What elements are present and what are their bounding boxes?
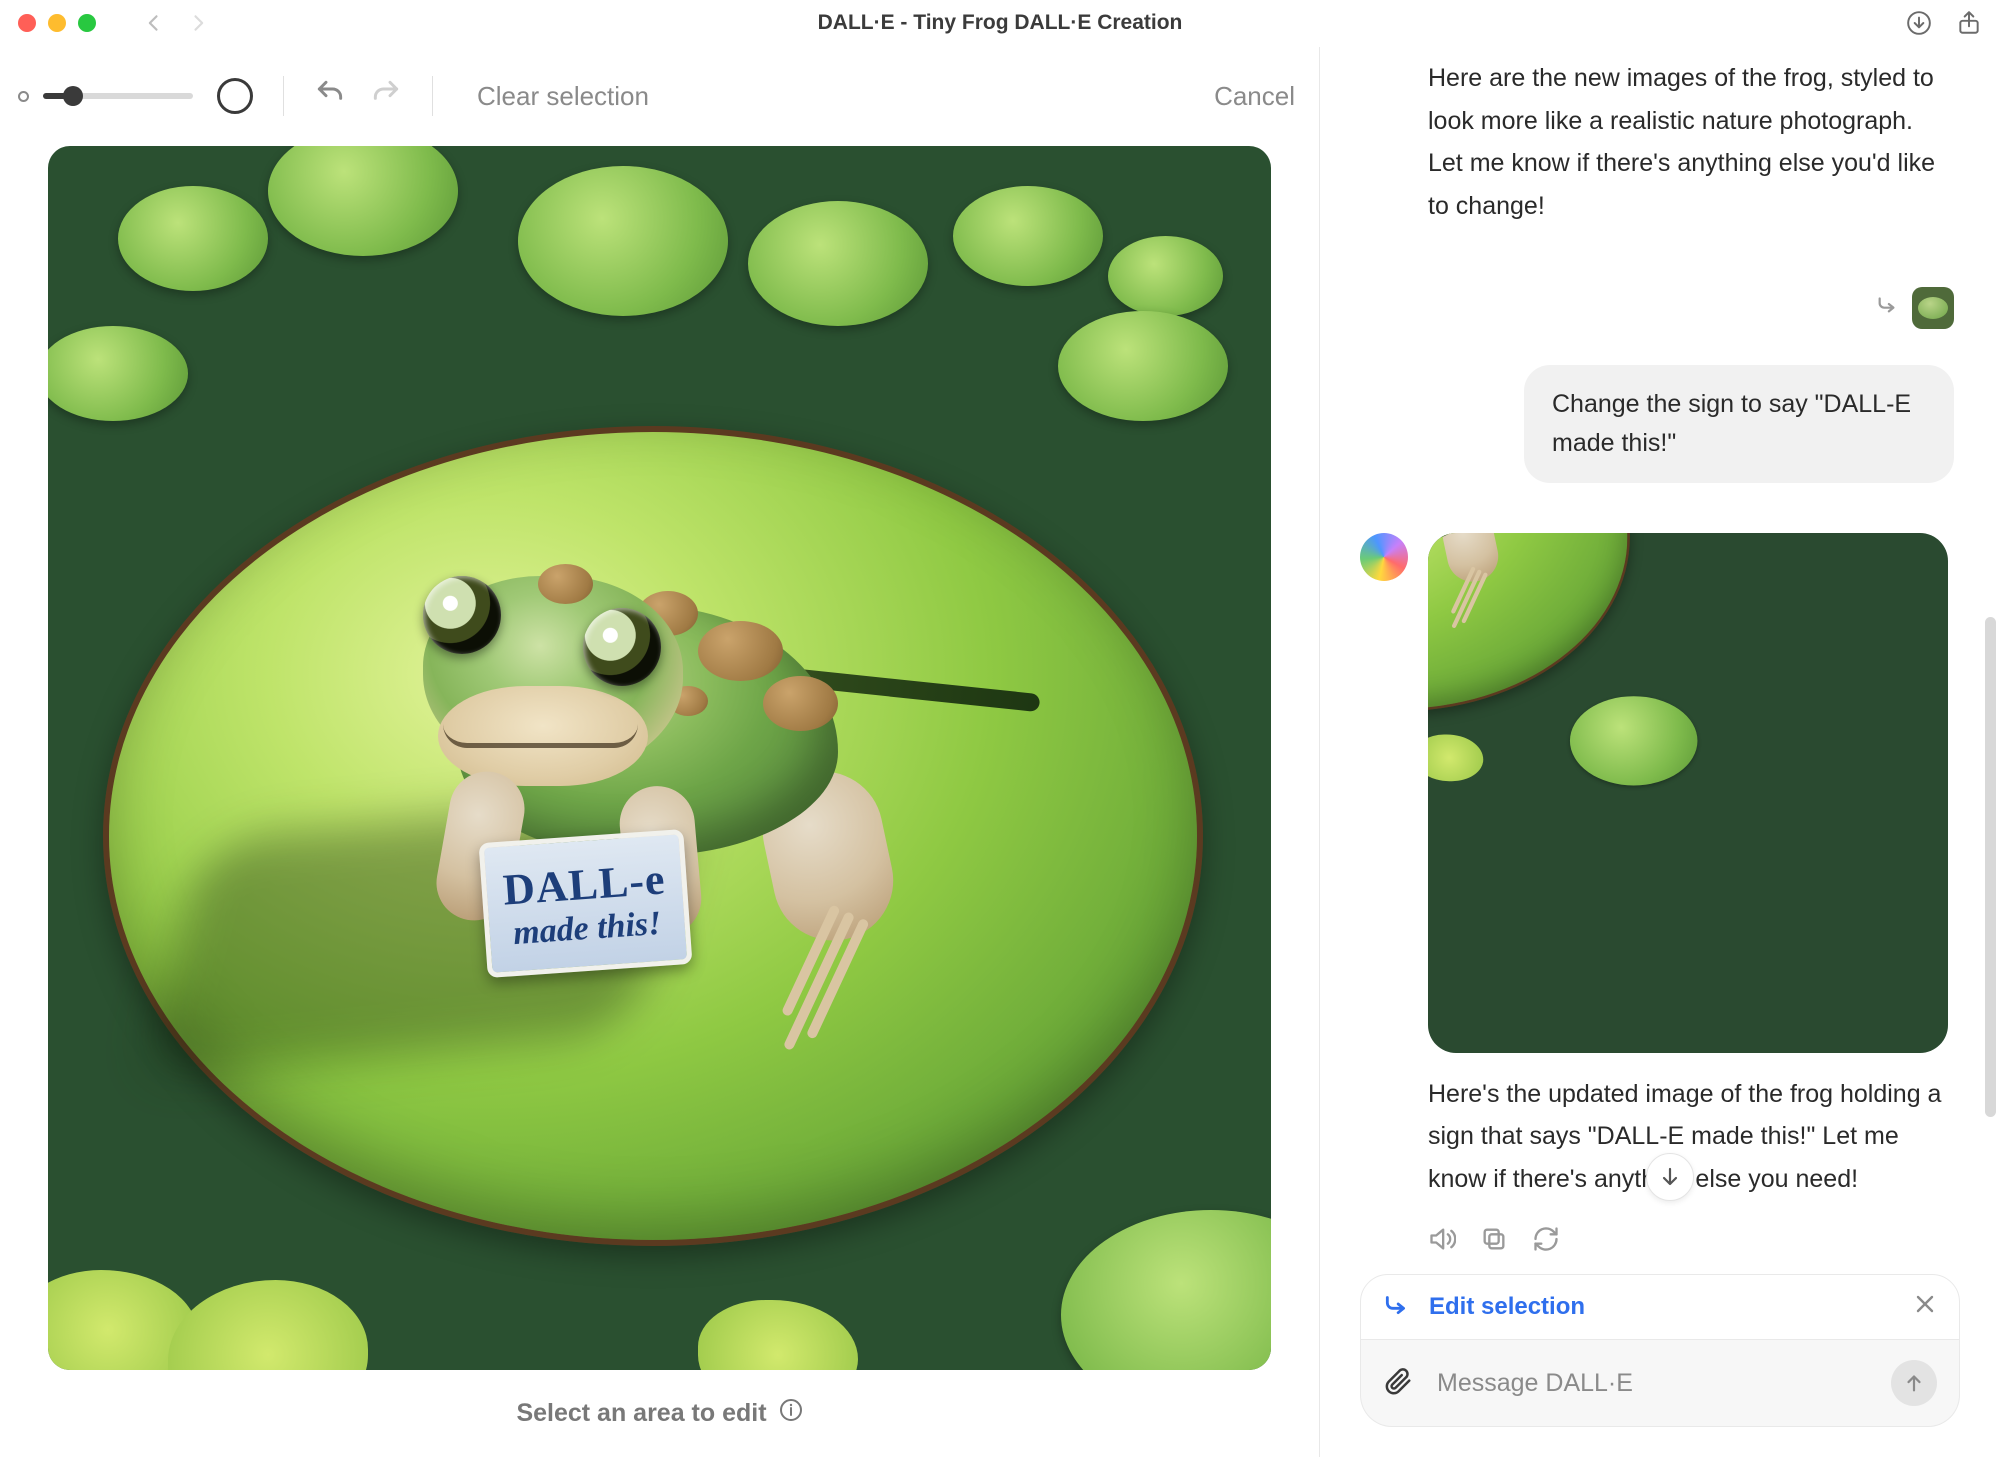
regenerate-icon[interactable] <box>1532 1224 1560 1267</box>
composer: Edit selection <box>1320 1274 2000 1457</box>
undo-button[interactable] <box>314 77 346 115</box>
toolbar-separator <box>432 76 433 116</box>
reply-arrow-icon <box>1383 1291 1409 1323</box>
download-icon[interactable] <box>1906 10 1932 36</box>
edit-selection-label[interactable]: Edit selection <box>1429 1293 1585 1321</box>
user-image-thumbnail[interactable] <box>1912 287 1954 329</box>
editor-toolbar: Clear selection Cancel <box>0 47 1319 146</box>
clear-selection-button[interactable]: Clear selection <box>477 81 649 112</box>
assistant-avatar <box>1360 533 1408 581</box>
brush-max-icon <box>217 78 253 114</box>
scroll-to-bottom-button[interactable] <box>1646 1153 1694 1201</box>
brush-size-slider[interactable] <box>43 93 193 99</box>
reply-arrow-icon <box>1876 293 1898 321</box>
scrollbar[interactable] <box>1985 617 1996 1117</box>
image-editor: Clear selection Cancel <box>0 47 1320 1457</box>
user-message: Change the sign to say "DALL-E made this… <box>1524 365 1954 483</box>
brush-size-control[interactable] <box>18 78 253 114</box>
titlebar: DALL·E - Tiny Frog DALL·E Creation <box>0 0 2000 47</box>
chat-panel: Here are the new images of the frog, sty… <box>1320 47 2000 1457</box>
close-icon[interactable] <box>1913 1292 1937 1322</box>
editor-canvas[interactable]: DALL-e made this! <box>48 146 1271 1370</box>
nav-back-button[interactable] <box>144 13 164 33</box>
edit-selection-chip: Edit selection <box>1360 1274 1960 1340</box>
frog-illustration: DALL-e made this! <box>368 536 888 956</box>
close-window-dot[interactable] <box>18 14 36 32</box>
brush-min-icon <box>18 91 29 102</box>
nav-forward-button[interactable] <box>188 13 208 33</box>
cancel-button[interactable]: Cancel <box>1214 81 1295 112</box>
read-aloud-icon[interactable] <box>1428 1224 1456 1267</box>
share-icon[interactable] <box>1956 10 1982 36</box>
redo-button[interactable] <box>370 77 402 115</box>
editor-hint: Select an area to edit <box>516 1399 766 1428</box>
frog-sign: DALL-e made this! <box>479 829 693 978</box>
toolbar-separator <box>283 76 284 116</box>
generated-image[interactable]: DALL-e made this! <box>1428 533 1948 1053</box>
copy-icon[interactable] <box>1480 1224 1508 1267</box>
minimize-window-dot[interactable] <box>48 14 66 32</box>
zoom-window-dot[interactable] <box>78 14 96 32</box>
message-input[interactable] <box>1437 1369 1867 1398</box>
info-icon[interactable] <box>779 1398 803 1429</box>
send-button[interactable] <box>1891 1360 1937 1406</box>
window-title: DALL·E - Tiny Frog DALL·E Creation <box>0 11 2000 35</box>
assistant-message: Here are the new images of the frog, sty… <box>1428 57 1954 227</box>
attach-button[interactable] <box>1383 1365 1413 1401</box>
traffic-lights <box>18 14 96 32</box>
